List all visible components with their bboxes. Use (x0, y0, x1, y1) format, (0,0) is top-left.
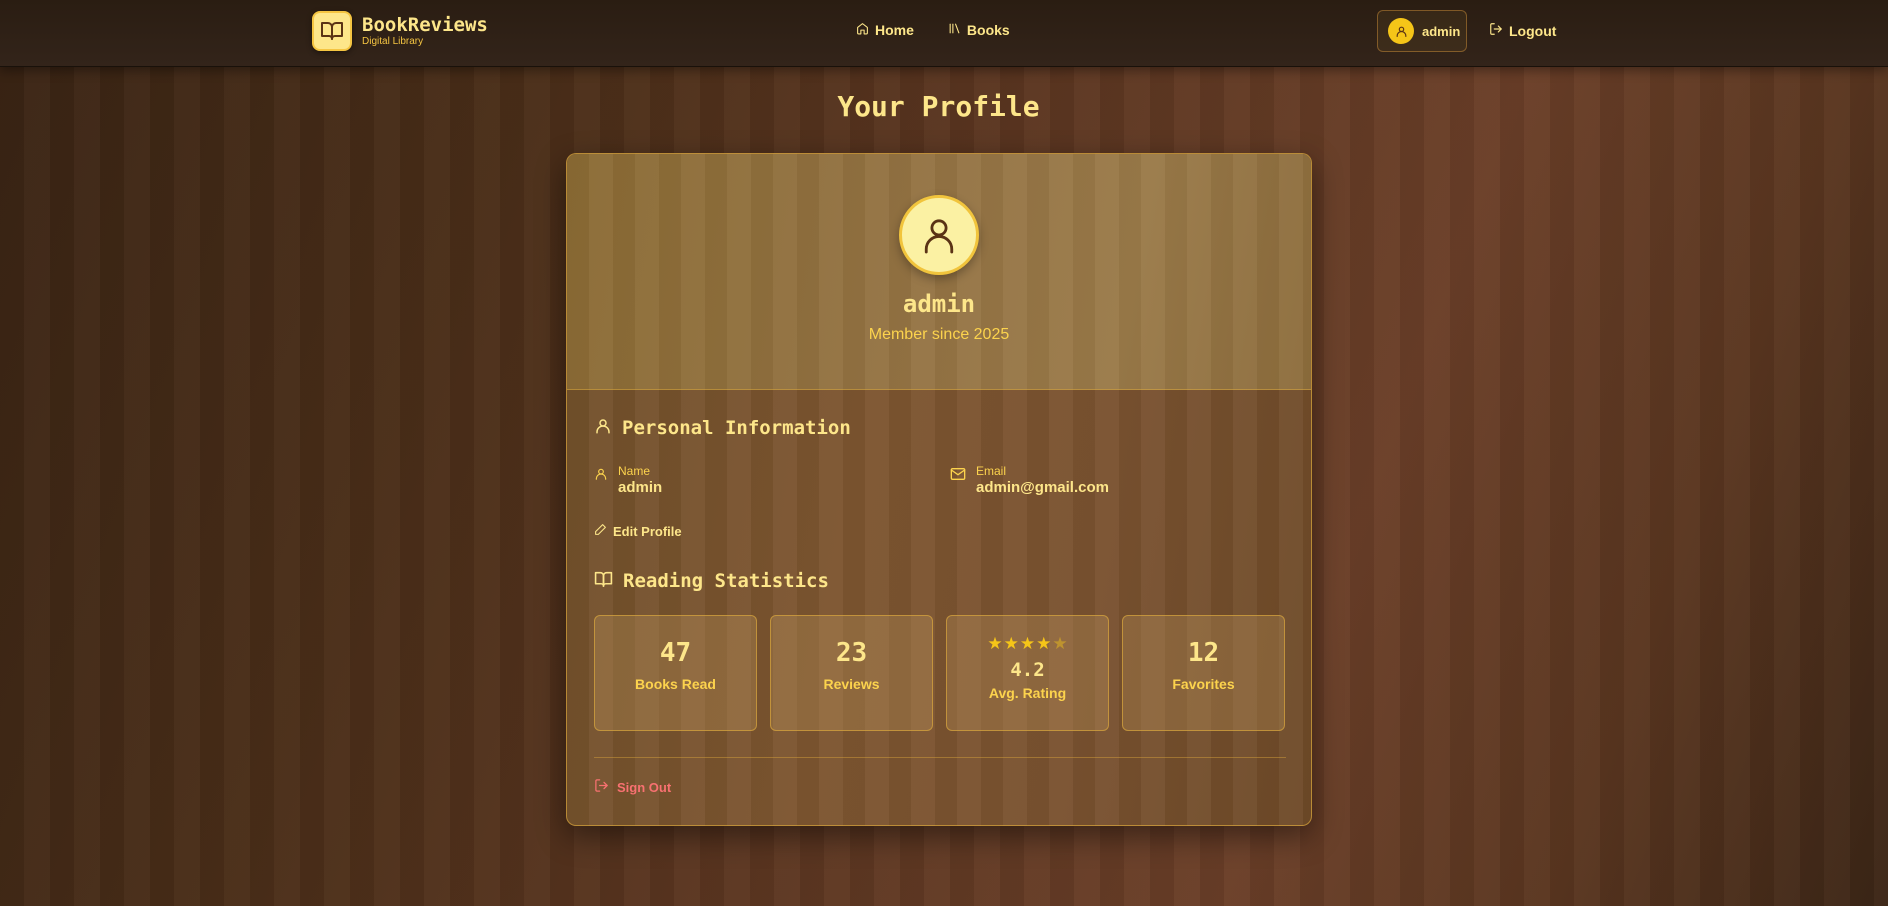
sign-out-label: Sign Out (617, 779, 672, 795)
edit-profile-label: Edit Profile (613, 523, 682, 539)
stat-books-read: 47 Books Read (594, 615, 757, 731)
stat-value: 12 (1187, 638, 1220, 668)
book-open-icon (312, 11, 352, 51)
stat-label: Favorites (1172, 676, 1235, 692)
logout-icon (594, 778, 609, 796)
personal-info-title: Personal Information (622, 417, 851, 439)
nav-home-label: Home (875, 22, 914, 38)
user-name: admin (1422, 23, 1461, 39)
name-label: Name (618, 464, 651, 478)
edit-profile-button[interactable]: Edit Profile (594, 523, 682, 539)
nav-books-label: Books (966, 22, 1010, 38)
member-since: Member since 2025 (868, 326, 1010, 343)
stat-label: Reviews (823, 676, 880, 692)
logout-icon (1489, 22, 1503, 39)
rating-stars: ★ ★ ★ ★ ★ (947, 636, 1108, 653)
library-icon (948, 22, 961, 38)
book-open-icon (594, 570, 613, 592)
nav-books-link[interactable]: Books (948, 22, 1010, 38)
stat-avg-rating: ★ ★ ★ ★ ★ 4.2 Avg. Rating (946, 615, 1109, 731)
user-icon (594, 464, 608, 498)
brand[interactable]: BookReviews Digital Library (312, 11, 488, 51)
user-icon (594, 417, 612, 439)
divider (594, 757, 1286, 758)
email-field: Email admin@gmail.com (950, 464, 1109, 498)
pencil-icon (594, 523, 607, 539)
page-title: Your Profile (837, 90, 1040, 123)
personal-info-heading: Personal Information (594, 417, 851, 439)
stat-reviews: 23 Reviews (770, 615, 933, 731)
profile-header: admin Member since 2025 (567, 154, 1311, 390)
star-icon: ★ (1052, 634, 1068, 654)
star-icon: ★ (987, 634, 1003, 654)
stat-value: 47 (659, 638, 692, 668)
nav-links: Home Books (856, 22, 1010, 38)
profile-card: admin Member since 2025 Personal Informa… (566, 153, 1312, 826)
email-value: admin@gmail.com (976, 479, 1109, 496)
brand-title: BookReviews (362, 14, 488, 36)
user-icon (1388, 18, 1414, 44)
stat-favorites: 12 Favorites (1122, 615, 1285, 731)
nav-home-link[interactable]: Home (856, 22, 914, 38)
logout-label: Logout (1509, 22, 1557, 39)
email-label: Email (976, 464, 1007, 478)
name-field: Name admin (594, 464, 662, 498)
brand-subtitle: Digital Library (362, 36, 424, 47)
stat-value: 4.2 (1010, 659, 1045, 681)
reading-stats-title: Reading Statistics (623, 570, 829, 592)
logout-button[interactable]: Logout (1489, 22, 1556, 39)
star-icon: ★ (1019, 634, 1036, 654)
user-menu[interactable]: admin (1377, 10, 1467, 52)
star-icon: ★ (1036, 634, 1052, 654)
stat-label: Avg. Rating (988, 685, 1067, 701)
star-icon: ★ (1003, 634, 1019, 654)
stat-value: 23 (835, 638, 868, 668)
profile-avatar (899, 195, 979, 275)
mail-icon (950, 464, 966, 498)
user-icon (924, 219, 954, 254)
stat-label: Books Read (635, 676, 716, 692)
sign-out-button[interactable]: Sign Out (594, 778, 671, 796)
profile-name: admin (902, 290, 976, 318)
reading-stats-heading: Reading Statistics (594, 570, 829, 592)
home-icon (856, 22, 869, 38)
name-value: admin (618, 479, 663, 496)
top-navbar: BookReviews Digital Library Home Books a… (0, 0, 1888, 67)
